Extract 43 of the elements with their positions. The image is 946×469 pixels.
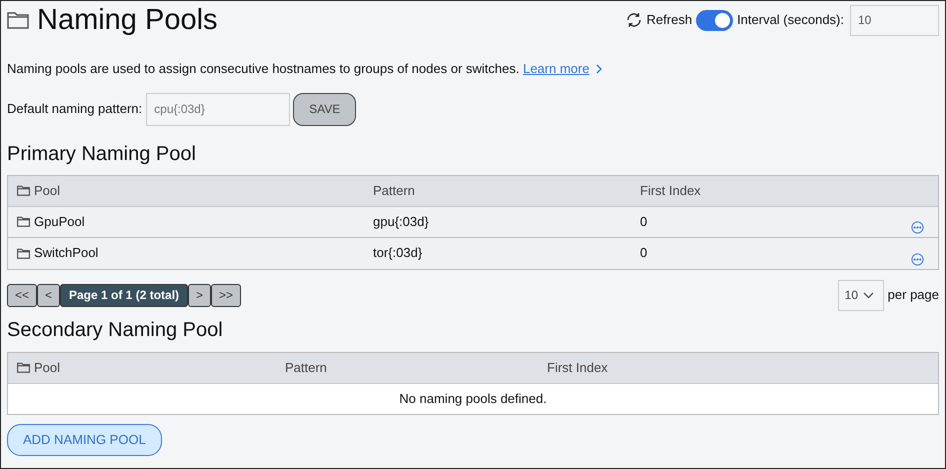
first-page-button[interactable]: << — [7, 284, 37, 306]
interval-label: Interval (seconds): — [737, 11, 844, 30]
folder-icon — [17, 185, 30, 196]
previous-page-button[interactable]: < — [37, 284, 60, 306]
pattern-field[interactable]: cpu{:03d} — [146, 92, 290, 126]
description-text: Naming pools are used to assign consecutive hostnames to groups of nodes or switches. Learn more — [7, 59, 939, 78]
folder-icon — [7, 11, 29, 29]
save-button[interactable]: SAVE — [293, 92, 356, 126]
last-page-button[interactable]: >> — [211, 284, 242, 306]
pattern-label: Default naming pattern: — [7, 100, 142, 118]
column-header: Pattern — [285, 358, 327, 377]
table-cell-text: 0 — [639, 244, 648, 262]
empty-message: No naming pools defined. — [399, 390, 547, 408]
per-page-label: per page — [888, 286, 939, 304]
more-icon[interactable] — [911, 221, 924, 234]
refresh-icon — [624, 11, 643, 29]
interval-field[interactable]: 10 — [850, 4, 939, 36]
folder-icon — [17, 362, 30, 373]
section-heading: Secondary Naming Pool — [7, 318, 224, 342]
column-header: Pool — [34, 182, 60, 200]
more-icon[interactable] — [911, 252, 924, 266]
folder-icon — [17, 216, 30, 227]
section-heading: Primary Naming Pool — [7, 142, 197, 166]
refresh-label: Refresh — [646, 11, 692, 30]
chevron-right-icon — [595, 64, 604, 74]
column-header: Pattern — [373, 182, 415, 200]
page-title: Naming Pools — [37, 6, 218, 34]
next-page-button[interactable]: > — [188, 284, 212, 306]
table-cell-text: tor{:03d} — [372, 244, 424, 262]
table-cell-text: 0 — [639, 212, 648, 231]
pool-name: SwitchPool — [34, 244, 98, 262]
pool-name: GpuPool — [34, 212, 85, 231]
page-indicator: Page 1 of 1 (2 total) — [60, 284, 188, 306]
add-naming-pool-button[interactable]: ADD NAMING POOL — [7, 424, 162, 456]
learn-more-link[interactable]: Learn more — [522, 59, 590, 78]
column-header: First Index — [640, 182, 701, 200]
column-header: First Index — [547, 358, 608, 377]
column-header: Pool — [34, 358, 60, 377]
refresh-toggle[interactable] — [696, 10, 734, 30]
per-page-select[interactable]: 10 — [838, 280, 884, 310]
folder-icon — [17, 248, 30, 258]
table-cell-text: gpu{:03d} — [372, 212, 430, 231]
chevron-down-icon — [863, 292, 874, 298]
